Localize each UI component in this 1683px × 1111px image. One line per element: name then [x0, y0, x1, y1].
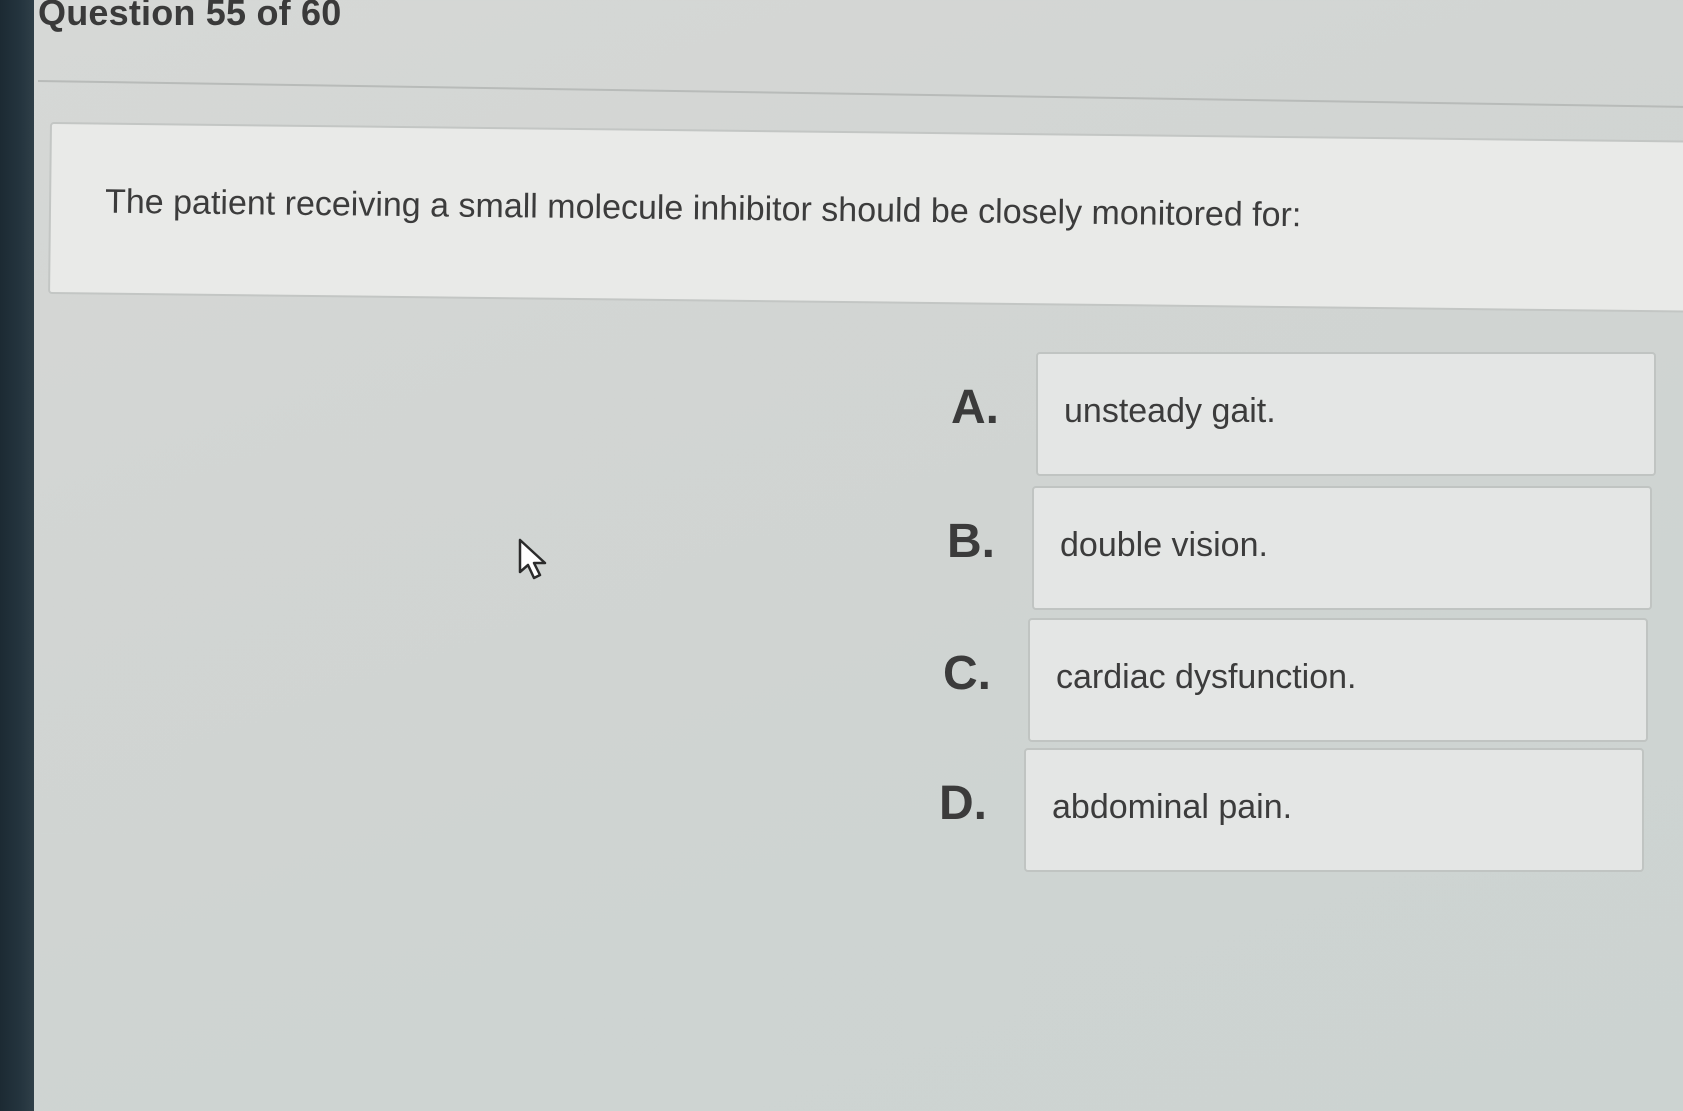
- option-c[interactable]: C. cardiac dysfunction.: [943, 618, 1648, 744]
- option-a-button[interactable]: unsteady gait.: [1036, 352, 1656, 476]
- option-d[interactable]: D. abdominal pain.: [939, 748, 1644, 874]
- question-card: The patient receiving a small molecule i…: [48, 122, 1683, 313]
- option-b-text: double vision.: [1060, 526, 1268, 564]
- header-divider: [37, 80, 1683, 109]
- question-text: The patient receiving a small molecule i…: [104, 182, 1302, 235]
- option-c-button[interactable]: cardiac dysfunction.: [1028, 618, 1648, 742]
- question-counter: Question 55 of 60: [38, 0, 342, 33]
- option-a-letter: A.: [951, 381, 999, 434]
- option-a-text: unsteady gait.: [1064, 392, 1276, 430]
- option-a[interactable]: A. unsteady gait.: [951, 352, 1656, 478]
- option-b[interactable]: B. double vision.: [947, 486, 1652, 612]
- option-c-text: cardiac dysfunction.: [1056, 658, 1357, 696]
- option-d-text: abdominal pain.: [1052, 788, 1293, 826]
- option-b-letter: B.: [947, 515, 995, 568]
- option-b-button[interactable]: double vision.: [1032, 486, 1652, 610]
- mouse-pointer-icon: [518, 538, 547, 580]
- monitor-bezel: [0, 0, 34, 1111]
- option-d-button[interactable]: abdominal pain.: [1024, 748, 1644, 872]
- quiz-page: Question 55 of 60 The patient receiving …: [34, 0, 1683, 1111]
- option-d-letter: D.: [939, 777, 987, 830]
- option-c-letter: C.: [943, 647, 991, 700]
